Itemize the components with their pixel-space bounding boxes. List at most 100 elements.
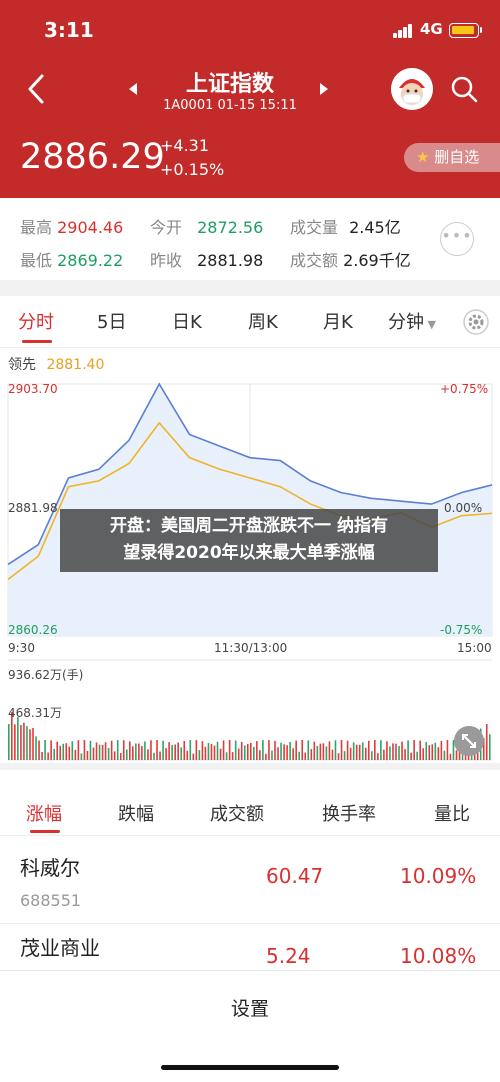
volume-bar xyxy=(425,742,428,760)
tab-gainers[interactable]: 涨幅 xyxy=(26,800,62,826)
volume-bar xyxy=(431,744,434,760)
volume-bar xyxy=(44,740,46,760)
tab-volume-ratio[interactable]: 量比 xyxy=(434,800,470,826)
volume-bar xyxy=(265,753,267,760)
volume-bar xyxy=(331,749,334,760)
volume-bar xyxy=(398,745,400,760)
volume-bar xyxy=(383,749,385,760)
volume-bar xyxy=(17,717,19,760)
change-absolute: +4.31 xyxy=(160,136,210,155)
prev-icon[interactable] xyxy=(127,82,139,96)
volume-bar xyxy=(110,740,113,760)
tab-intraday[interactable]: 分时 xyxy=(18,308,54,334)
volume-bar xyxy=(189,740,192,760)
stock-price: 5.24 xyxy=(266,944,311,968)
volume-bar xyxy=(50,740,52,760)
mascot-icon[interactable] xyxy=(391,68,433,110)
volume-bar xyxy=(234,740,237,760)
volume-bar xyxy=(225,752,228,760)
volume-bar xyxy=(319,743,322,760)
settings-icon[interactable] xyxy=(462,308,490,336)
tab-underline xyxy=(22,340,52,343)
volume-bar xyxy=(428,745,431,760)
volume-bar xyxy=(316,745,319,760)
tab-weekly-k[interactable]: 周K xyxy=(248,308,278,334)
stat-prev-close: 昨收 2881.98 xyxy=(150,251,264,270)
stock-change-pct: 10.09% xyxy=(400,864,477,888)
volume-bar xyxy=(407,740,409,760)
volume-bar xyxy=(144,741,146,760)
tab-losers[interactable]: 跌幅 xyxy=(118,800,154,826)
volume-bar xyxy=(283,744,285,760)
chart-tabs: 分时 5日 日K 周K 月K 分钟 ▼ xyxy=(0,296,500,348)
volume-bar xyxy=(392,743,394,760)
volume-axis-mid: 468.31万 xyxy=(8,706,62,720)
volume-bar xyxy=(271,750,273,760)
tab-daily-k[interactable]: 日K xyxy=(172,308,202,334)
status-time: 3:11 xyxy=(44,18,94,42)
volume-bar xyxy=(240,741,243,760)
volume-bar xyxy=(262,740,264,760)
volume-bar xyxy=(246,744,249,760)
search-icon[interactable] xyxy=(450,75,478,103)
volume-bar xyxy=(204,746,207,760)
volume-bar xyxy=(198,750,201,760)
back-icon[interactable] xyxy=(22,72,52,106)
volume-bar xyxy=(95,742,98,760)
volume-bar xyxy=(268,740,270,760)
volume-bar xyxy=(29,729,31,760)
volume-bar xyxy=(337,753,340,760)
volume-bar xyxy=(274,740,276,760)
next-icon[interactable] xyxy=(318,82,330,96)
volume-bar xyxy=(334,740,337,760)
volume-bar xyxy=(92,747,95,760)
tab-monthly-k[interactable]: 月K xyxy=(323,308,353,334)
volume-bar xyxy=(322,743,325,760)
y-axis-top: 2903.70 xyxy=(8,382,58,396)
stat-low: 最低 2869.22 xyxy=(20,251,124,270)
volume-bar xyxy=(86,750,89,760)
volume-bar xyxy=(207,743,210,760)
volume-bar xyxy=(171,745,173,760)
volume-bar xyxy=(89,740,92,760)
volume-bar xyxy=(35,736,37,760)
news-banner[interactable]: 开盘：美国周二开盘涨跌不一 纳指有 望录得2020年以来最大单季涨幅 xyxy=(60,509,438,572)
volume-bar xyxy=(201,741,204,760)
volume-bar xyxy=(83,740,86,760)
volume-bar xyxy=(446,740,449,760)
y-axis-mid: 2881.98 xyxy=(8,501,58,515)
tab-turnover-amount[interactable]: 成交额 xyxy=(210,800,264,826)
change-percent: +0.15% xyxy=(160,160,225,179)
volume-bar xyxy=(485,724,488,760)
tab-turnover-rate[interactable]: 换手率 xyxy=(322,800,376,826)
x-axis-end: 15:00 xyxy=(457,641,492,655)
settings-button[interactable]: 设置 xyxy=(0,994,500,1021)
volume-bar xyxy=(410,752,412,760)
volume-bar xyxy=(26,726,28,760)
volume-bar xyxy=(129,741,131,760)
volume-bar xyxy=(377,753,379,760)
stock-change-pct: 10.08% xyxy=(400,944,477,968)
volume-bar xyxy=(98,744,101,760)
tab-minute[interactable]: 分钟 ▼ xyxy=(388,308,436,334)
volume-bar xyxy=(219,748,222,760)
volume-bar xyxy=(195,740,198,760)
volume-bar xyxy=(422,748,425,760)
stock-price: 60.47 xyxy=(266,864,324,888)
more-icon[interactable]: ••• xyxy=(440,222,474,256)
stock-row[interactable]: 科威尔 688551 60.47 10.09% xyxy=(0,836,500,924)
tab-5day[interactable]: 5日 xyxy=(97,308,126,334)
remove-watchlist-button[interactable]: ★ 删自选 xyxy=(404,143,500,172)
volume-bar xyxy=(192,753,195,760)
volume-bar xyxy=(349,747,352,760)
stat-high: 最高 2904.46 xyxy=(20,218,124,237)
volume-axis-top: 936.62万(手) xyxy=(8,668,84,682)
volume-bar xyxy=(355,744,358,760)
expand-icon[interactable] xyxy=(454,726,484,756)
watch-label: 删自选 xyxy=(434,148,480,166)
x-axis-start: 9:30 xyxy=(8,641,35,655)
volume-bar xyxy=(132,746,134,760)
volume-bar xyxy=(122,740,125,760)
volume-bar xyxy=(307,740,310,760)
volume-bar xyxy=(437,747,440,760)
